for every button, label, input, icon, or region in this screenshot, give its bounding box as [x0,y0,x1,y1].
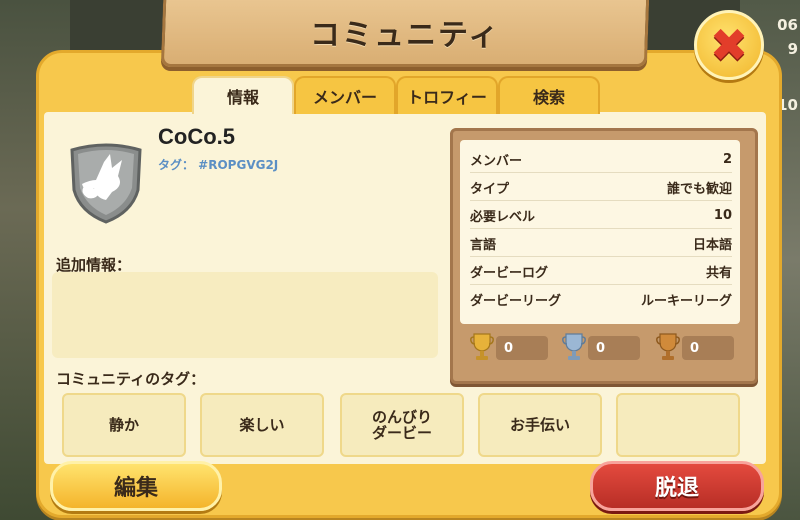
stat-label: 言語 [470,237,497,253]
community-tag: のんびり ダービー [340,393,464,457]
stat-value: 日本語 [692,237,732,253]
community-tag: お手伝い [478,393,602,457]
additional-info-box [52,272,438,358]
stat-label: ダービーログ [470,265,549,281]
background-number: 9 [787,40,798,58]
close-button[interactable]: ✖ [694,10,764,80]
background-number: 06 [777,16,798,34]
tab-info[interactable]: 情報 [192,76,294,114]
close-x-icon: ✖ [709,18,749,72]
silver-trophy-count: 0 [588,336,640,360]
stat-value: 2 [722,151,732,167]
stat-value: 10 [713,207,732,223]
stat-value: 誰でも歓迎 [666,181,732,197]
gold-trophy-count: 0 [496,336,548,360]
bronze-trophy-count: 0 [682,336,734,360]
stat-label: 必要レベル [470,209,536,225]
stat-row-members: メンバー 2 [470,146,732,173]
tab-members[interactable]: メンバー [294,76,396,114]
dialog-title: コミュニティ [309,18,501,53]
community-tags-label: コミュニティのタグ： [56,370,206,388]
stat-label: タイプ [470,181,510,197]
stat-label: ダービーリーグ [470,293,562,309]
leave-button[interactable]: 脱退 [590,461,764,511]
tab-trophies[interactable]: トロフィー [396,76,498,114]
gold-trophy-icon [470,333,494,360]
community-tag: 楽しい [200,393,324,457]
fox-shield-icon [70,143,142,224]
bronze-trophy-icon [656,333,680,360]
stat-value: 共有 [705,265,732,281]
stat-value: ルーキーリーグ [640,293,732,309]
title-board: コミュニティ [160,0,650,67]
stat-row-language: 言語 日本語 [470,230,732,257]
stat-row-type: タイプ 誰でも歓迎 [470,174,732,201]
edit-button[interactable]: 編集 [50,461,222,511]
club-tag: タグ： #ROPGVG2J [158,158,279,172]
stat-label: メンバー [470,153,523,169]
community-tag: 静か [62,393,186,457]
stat-row-required-level: 必要レベル 10 [470,202,732,229]
tab-search[interactable]: 検索 [498,76,600,114]
club-name: CoCo.5 [158,124,235,149]
stat-row-derby-log: ダービーログ 共有 [470,258,732,285]
silver-trophy-icon [562,333,586,360]
community-tag-empty [616,393,740,457]
stat-row-derby-league: ダービーリーグ ルーキーリーグ [470,286,732,312]
